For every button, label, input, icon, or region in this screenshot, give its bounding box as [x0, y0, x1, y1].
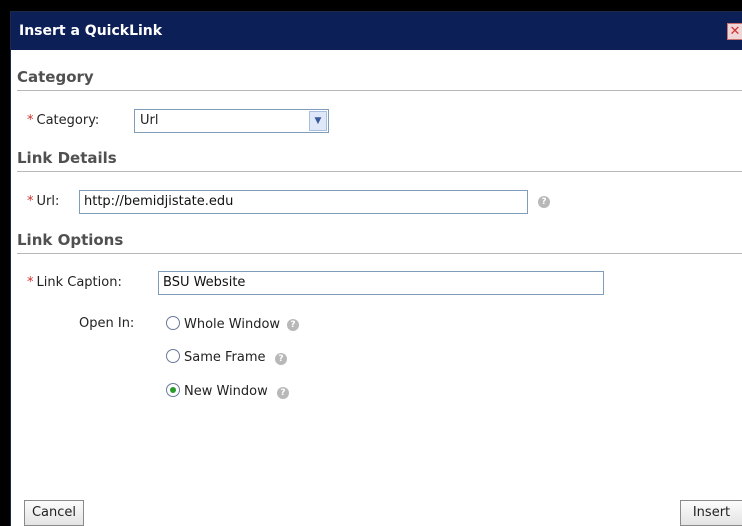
url-label: * Url:: [27, 194, 60, 209]
close-icon[interactable]: ✕: [727, 23, 742, 40]
help-icon[interactable]: ?: [275, 353, 287, 365]
section-link-options: Link Options: [17, 231, 742, 254]
url-input[interactable]: http://bemidjistate.edu: [79, 190, 528, 214]
category-select-value: Url: [140, 113, 159, 128]
help-icon[interactable]: ?: [538, 196, 550, 208]
open-in-label: Open In:: [79, 316, 135, 331]
radio-label-new-window[interactable]: New Window: [184, 384, 268, 399]
help-icon[interactable]: ?: [287, 319, 299, 331]
radio-whole-window[interactable]: [166, 316, 180, 330]
cancel-button[interactable]: Cancel: [24, 500, 84, 526]
dialog-title: Insert a QuickLink: [19, 23, 163, 39]
dialog-titlebar: Insert a QuickLink ✕: [11, 12, 742, 50]
radio-new-window[interactable]: [166, 383, 180, 397]
caption-input[interactable]: BSU Website: [158, 271, 604, 295]
insert-button[interactable]: Insert: [680, 500, 742, 526]
section-link-details: Link Details: [17, 149, 742, 172]
section-category: Category: [17, 68, 742, 91]
chevron-down-icon[interactable]: ▼: [309, 111, 327, 131]
radio-label-same-frame[interactable]: Same Frame: [184, 350, 266, 365]
required-marker: *: [27, 113, 34, 128]
radio-same-frame[interactable]: [166, 349, 180, 363]
insert-quicklink-dialog: Insert a QuickLink ✕ Category * Category:…: [10, 11, 742, 526]
category-label: * Category:: [27, 113, 100, 128]
category-select[interactable]: Url ▼: [134, 109, 329, 133]
caption-label: * Link Caption:: [27, 275, 122, 290]
help-icon[interactable]: ?: [277, 387, 289, 399]
radio-label-whole-window[interactable]: Whole Window: [184, 317, 280, 332]
